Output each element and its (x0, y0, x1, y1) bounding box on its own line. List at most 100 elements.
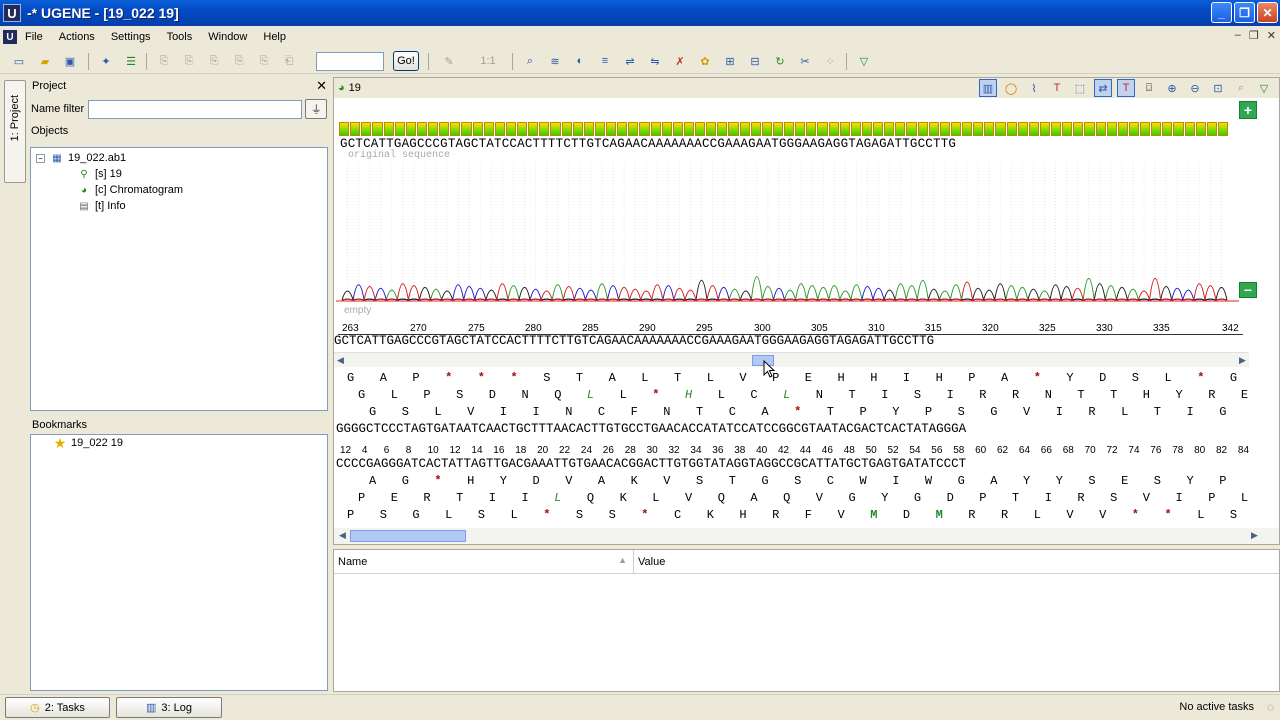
menu-tools[interactable]: Tools (159, 31, 201, 43)
primer-icon[interactable]: ⇋ (646, 53, 664, 69)
copy-icon[interactable]: ⎘ (155, 53, 173, 69)
zoom-ratio[interactable]: 1:1 (474, 53, 502, 69)
bookmark-item[interactable]: ★ 19_022 19 (53, 435, 123, 451)
amino-acid: S (1153, 474, 1161, 488)
copy-translation-icon[interactable]: ⎘ (230, 53, 248, 69)
value-column-header[interactable]: Value (634, 550, 1279, 573)
amino-acid: E (804, 371, 812, 385)
show-chromatogram-icon[interactable]: ▥ (979, 79, 997, 97)
menu-help[interactable]: Help (255, 31, 294, 43)
ruler-sequence[interactable]: GCTCATTGAGCCCGTAGCTATCCACTTTTCTTGTCAGAAC… (334, 334, 934, 348)
ruler-tick-label: 320 (982, 323, 999, 334)
zoom-in-icon[interactable]: ⊕ (1163, 79, 1181, 97)
tree-item-chromatogram[interactable]: ◕ [c] Chromatogram (77, 182, 183, 198)
copy-annotation-icon[interactable]: ⎘ (255, 53, 273, 69)
log-button[interactable]: ▥ 3: Log (116, 697, 222, 718)
orf-marker-icon[interactable]: ≡ (596, 53, 614, 69)
save-icon[interactable]: ▣ (61, 53, 79, 69)
overview-scrollbar[interactable]: ◀ ▶ (334, 352, 1249, 367)
new-project-icon[interactable]: ▭ (10, 53, 28, 69)
amino-acid: G (913, 491, 922, 505)
graphs-icon[interactable]: ⌇ (1025, 79, 1043, 97)
amino-acid: T (728, 474, 736, 488)
filter-icon[interactable]: ⏚ (305, 99, 328, 119)
plugin-icon[interactable]: ✿ (696, 53, 714, 69)
amino-acid: S (575, 508, 584, 522)
close-button[interactable]: ✕ (1257, 2, 1278, 23)
scroll-right-icon[interactable]: ▶ (1248, 529, 1261, 542)
scroll-left-icon[interactable]: ◀ (334, 354, 347, 367)
app-icon[interactable]: U (3, 4, 21, 22)
circular-view-icon[interactable]: ◯ (1002, 79, 1020, 97)
find-repeats-icon[interactable]: ◐ (571, 53, 589, 69)
zoom-fit-icon[interactable]: ⊡ (1209, 79, 1227, 97)
mdi-close-icon[interactable]: ✕ (1267, 29, 1276, 42)
details-scroll-thumb[interactable] (350, 530, 466, 542)
go-button[interactable]: Go! (393, 51, 419, 71)
copy-reverse-icon[interactable]: ⎘ (205, 53, 223, 69)
close-icon[interactable]: ✕ (316, 78, 327, 94)
menu-file[interactable]: File (17, 31, 51, 43)
select-region-icon[interactable]: ⬚ (1071, 79, 1089, 97)
tree-item-sequence[interactable]: ⚲ [s] 19 (77, 166, 122, 182)
name-filter-input[interactable] (88, 99, 303, 119)
tools-icon[interactable]: ✂ (796, 53, 814, 69)
dna-icon[interactable]: ✗ (671, 53, 689, 69)
add-object-icon[interactable]: ✦ (97, 53, 115, 69)
scroll-right-icon[interactable]: ▶ (1236, 354, 1249, 367)
tree-item-info[interactable]: ▤ [t] Info (77, 198, 125, 214)
load-icon[interactable]: ☰ (122, 53, 140, 69)
collapse-icon[interactable]: − (36, 153, 45, 163)
name-column-header[interactable]: Name ▲ (334, 550, 634, 573)
refresh-icon[interactable]: ↻ (771, 53, 789, 69)
maximize-button[interactable]: ❐ (1234, 2, 1255, 23)
project-side-tab-label: 1: Project (9, 95, 21, 142)
mdi-minimize-icon[interactable]: ‒ (1235, 29, 1241, 42)
sitecon-icon[interactable]: ⊟ (746, 53, 764, 69)
tree-item-document[interactable]: − ▦ 19_022.ab1 (36, 150, 126, 166)
paste-icon[interactable]: ⎗ (280, 53, 298, 69)
scroll-left-icon[interactable]: ◀ (336, 529, 349, 542)
view-menu-icon[interactable]: ▽ (1255, 79, 1273, 97)
details-scrollbar[interactable]: ◀ ▶ (334, 528, 1279, 544)
bookmarks-tree: ★ 19_022 19 (30, 434, 328, 691)
zoom-selection-icon[interactable]: ⌕ (1232, 79, 1250, 97)
mdi-restore-icon[interactable]: ❐ (1249, 29, 1259, 42)
more-tools-icon[interactable]: ▽ (855, 53, 873, 69)
show-translation-icon[interactable]: T (1117, 79, 1135, 97)
collapse-view-icon[interactable]: − (1239, 282, 1257, 298)
copy-complement-icon[interactable]: ⎘ (180, 53, 198, 69)
text-view-icon[interactable]: T (1048, 79, 1066, 97)
menu-window[interactable]: Window (200, 31, 255, 43)
view-tab[interactable]: ◕ 19 (338, 82, 361, 94)
zoom-out-icon[interactable]: ⊖ (1186, 79, 1204, 97)
restriction-sites-icon[interactable]: ⇌ (621, 53, 639, 69)
minimize-button[interactable]: _ (1211, 2, 1232, 23)
task-indicator-icon: ◌ (1266, 700, 1274, 714)
find-pattern-icon[interactable]: ⌕ (521, 53, 539, 69)
dotplot-icon[interactable]: ⁘ (821, 53, 839, 69)
amino-acid: R (772, 508, 780, 522)
menu-actions[interactable]: Actions (51, 31, 103, 43)
edit-icon[interactable]: ✎ (440, 53, 458, 69)
amino-acid: A (608, 371, 616, 385)
goto-position-input[interactable] (316, 52, 384, 71)
amino-acid: R (1208, 388, 1216, 402)
project-side-tab[interactable]: 1: Project (4, 80, 26, 183)
show-complement-icon[interactable]: ⇄ (1094, 79, 1112, 97)
workflow-icon[interactable]: ⊞ (721, 53, 739, 69)
position-index: 52 (887, 445, 899, 456)
smith-waterman-icon[interactable]: ≋ (546, 53, 564, 69)
expand-view-icon[interactable]: + (1239, 101, 1257, 119)
app-menu-icon[interactable]: U (3, 30, 17, 44)
amino-acid: Q (717, 491, 725, 505)
menu-settings[interactable]: Settings (103, 31, 159, 43)
amino-acid: P (423, 388, 431, 402)
amino-acid: I (521, 491, 529, 505)
amino-acid: L (783, 388, 791, 402)
tasks-button[interactable]: ◷ 2: Tasks (5, 697, 110, 718)
amino-acid: K (619, 491, 627, 505)
open-icon[interactable]: ▰ (36, 53, 54, 69)
screenshot-icon[interactable]: ⌼ (1140, 79, 1158, 97)
chromatogram-panel[interactable]: GCTCATTGAGCCCGTAGCTATCCACTTTTCTTGTCAGAAC… (334, 102, 1249, 316)
